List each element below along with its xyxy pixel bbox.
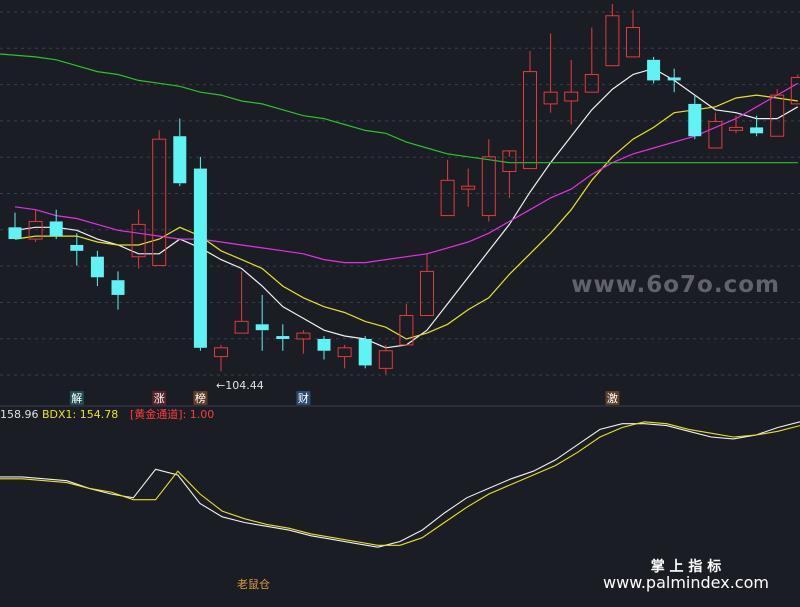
candle-body-up — [296, 332, 311, 340]
candle — [440, 159, 455, 217]
candle — [461, 168, 476, 207]
candle — [255, 294, 269, 351]
watermark-text: www.6o7o.com — [571, 272, 780, 298]
candle-body-down — [49, 221, 63, 237]
candle-body-up — [337, 347, 352, 358]
candle-body-up — [234, 320, 249, 334]
signal-badge-text: 解 — [71, 391, 82, 405]
candle — [358, 336, 372, 369]
candle-body-up — [378, 350, 393, 369]
candle-body-down — [255, 324, 269, 331]
candle-body-down — [358, 338, 372, 366]
signal-badge-text: 涨 — [154, 392, 165, 405]
candle — [173, 118, 187, 187]
candle-body-up — [152, 138, 167, 267]
candle-body-up — [420, 270, 434, 316]
candle — [729, 115, 743, 134]
golden-channel-label: [黄金通道]: 1.00 — [130, 407, 214, 421]
low-price-marker: ←104.44 — [216, 379, 264, 392]
bdx1-label: BDX1: 154.78 — [42, 408, 118, 421]
ma-line-green — [0, 53, 798, 164]
candle — [296, 330, 311, 354]
candle-body-down — [111, 280, 125, 295]
candle — [584, 27, 599, 93]
signal-badge-text: 榜 — [195, 391, 206, 405]
candle-body-down — [317, 338, 331, 351]
candle-body-up — [523, 71, 537, 170]
candle — [193, 156, 207, 351]
candle — [708, 112, 723, 149]
candle — [152, 130, 167, 267]
candle-body-up — [729, 126, 743, 131]
candle-body-up — [399, 314, 414, 346]
candle — [337, 344, 352, 369]
signal-badge-text: 财 — [298, 391, 309, 405]
candle-body-up — [605, 15, 620, 67]
candle-body-up — [440, 179, 455, 217]
moving-average-lines — [0, 53, 799, 349]
candle-body-up — [626, 27, 640, 58]
candle — [667, 68, 681, 93]
signal-badge-text: 激 — [607, 391, 618, 405]
candle-body-down — [688, 103, 702, 137]
candle-body-down — [8, 227, 22, 240]
signal-badge: 激 — [605, 391, 620, 405]
candle — [626, 9, 640, 58]
candle — [523, 51, 537, 170]
candle — [378, 344, 393, 375]
candle — [502, 150, 517, 198]
signal-badges: 解涨榜财激 — [69, 391, 620, 405]
candle — [70, 233, 84, 266]
candle-body-down — [750, 127, 764, 134]
candle — [420, 253, 434, 316]
candlesticks — [8, 4, 800, 375]
indicator-value-left: 158.96 — [0, 408, 39, 421]
candle — [647, 56, 661, 84]
candle-body-up — [481, 156, 496, 217]
candle — [131, 209, 146, 269]
candle — [790, 74, 800, 105]
candle — [214, 344, 228, 372]
indicator-lines — [0, 421, 800, 548]
candle — [481, 139, 496, 222]
signal-badge: 财 — [296, 391, 311, 405]
candle — [688, 95, 702, 140]
indicator-line-yellow — [0, 421, 800, 546]
mouse-position-label: 老鼠仓 — [237, 577, 270, 591]
chart-stage: 解 涨 榜 财 激 ←104.44 www.6o7o.com 158.96 BDX1: … — [0, 0, 800, 607]
candle-body-down — [276, 336, 290, 339]
stock-chart: 解 涨 榜 财 激 ←104.44 www.6o7o.com 158.96 BDX1: … — [0, 4, 800, 592]
candle-body-down — [70, 244, 84, 251]
candle — [564, 59, 579, 125]
candle-body-down — [667, 77, 681, 81]
candle-body-up — [461, 185, 476, 190]
candle — [770, 89, 785, 137]
candle — [111, 271, 125, 310]
candle-body-down — [173, 136, 187, 184]
candle — [90, 250, 104, 287]
candle — [317, 336, 331, 360]
signal-badge: 解 — [69, 391, 84, 405]
candle — [543, 33, 558, 113]
candle — [8, 212, 22, 240]
candle-body-up — [584, 74, 599, 93]
candle — [276, 324, 290, 351]
candle — [605, 4, 620, 67]
indicator-line-white — [0, 421, 800, 548]
signal-badge: 涨 — [152, 391, 167, 405]
brand-url: www.palmindex.com — [603, 573, 769, 592]
candle-body-down — [647, 59, 661, 81]
candle-body-down — [90, 256, 104, 278]
candle-body-up — [214, 347, 228, 358]
candle-body-down — [193, 168, 207, 348]
candle-body-up — [564, 91, 579, 102]
signal-badge: 榜 — [193, 391, 208, 405]
candle-body-up — [543, 91, 558, 105]
